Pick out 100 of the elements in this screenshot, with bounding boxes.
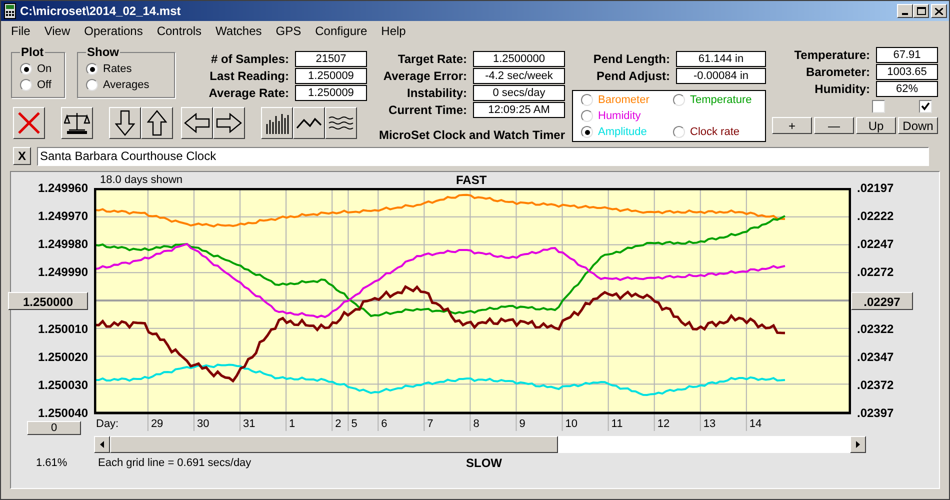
reference-amplitude-button[interactable]: .02297	[851, 292, 913, 310]
day-label: 6	[381, 418, 388, 430]
fast-label: FAST	[456, 172, 487, 189]
days-shown-label: 18.0 days shown	[100, 172, 183, 188]
radio-option[interactable]: Off	[20, 77, 60, 93]
menu-item[interactable]: Help	[381, 22, 406, 40]
zigzag-icon	[296, 116, 322, 130]
day-label: 8	[473, 418, 480, 430]
left-triangle-icon	[100, 441, 104, 448]
window-title: C:\microset\2014_02_14.mst	[20, 3, 181, 20]
readout-field[interactable]: -4.2 sec/week	[473, 68, 565, 84]
radio-option[interactable]: Humidity	[581, 108, 673, 124]
field-label: Instability:	[406, 85, 467, 101]
day-label: 30	[196, 418, 210, 430]
percent-label: 1.61%	[36, 456, 68, 471]
adjust-button[interactable]: +	[772, 117, 812, 134]
checkbox[interactable]	[872, 100, 885, 113]
right-triangle-icon	[856, 441, 860, 448]
menu-item[interactable]: Operations	[84, 22, 143, 40]
menu-item[interactable]: Controls	[156, 22, 202, 40]
field-label: Average Rate:	[208, 85, 289, 101]
axis-label: 1.249970	[38, 208, 88, 226]
scrollbar-thumb[interactable]	[110, 436, 558, 454]
move-up-button[interactable]	[141, 107, 173, 139]
minimize-button[interactable]	[897, 4, 913, 18]
radio-option[interactable]: Rates	[86, 61, 170, 77]
maximize-button[interactable]	[913, 4, 929, 18]
horizontal-scrollbar[interactable]	[94, 436, 866, 454]
readout-field[interactable]: 1003.65	[876, 64, 938, 80]
menu-item[interactable]: GPS	[276, 22, 302, 40]
readout-field[interactable]: 62%	[876, 81, 938, 97]
balance-scale-icon	[64, 111, 90, 135]
arrow-right-icon	[216, 113, 242, 133]
readout-field[interactable]: 67.91	[876, 47, 938, 63]
balance-button[interactable]	[61, 107, 93, 139]
scroll-left-button[interactable]	[181, 107, 213, 139]
day-label: 31	[243, 418, 256, 430]
axis-label: 1.249960	[38, 180, 88, 198]
readout-field[interactable]: -0.00084 in	[676, 68, 766, 84]
wave-view-button[interactable]	[325, 107, 357, 139]
axis-label: 1.249980	[38, 236, 88, 254]
clock-name-field[interactable]: Santa Barbara Courthouse Clock	[37, 146, 929, 166]
delete-button[interactable]	[13, 107, 45, 139]
axis-label: 1.249990	[38, 264, 88, 282]
readout-field[interactable]: 12:09:25 AM	[473, 102, 565, 118]
axis-label: .02197	[856, 180, 894, 198]
readout-field[interactable]: 21507	[295, 51, 367, 67]
axis-label: 1.250010	[38, 320, 88, 338]
grid-note: Each grid line = 0.691 secs/day	[98, 456, 252, 471]
field-label: Current Time:	[388, 102, 467, 118]
field-label: Temperature:	[793, 47, 870, 63]
group-title: Plot	[20, 44, 45, 61]
close-button[interactable]	[931, 4, 947, 18]
readout-field[interactable]: 1.2500000	[473, 51, 565, 67]
scroll-left-button[interactable]	[94, 436, 110, 454]
move-down-button[interactable]	[109, 107, 141, 139]
readout-field[interactable]: 1.250009	[295, 85, 367, 101]
axis-label: 1.250020	[38, 348, 88, 366]
readout-field[interactable]: 1.250009	[295, 68, 367, 84]
axis-label: .02397	[856, 405, 894, 422]
axis-caption: Day:	[96, 418, 119, 430]
day-label: 11	[611, 418, 623, 430]
checkbox[interactable]	[919, 100, 932, 113]
zero-button[interactable]: 0	[27, 421, 81, 436]
field-label: Humidity:	[814, 81, 870, 97]
adjust-button[interactable]: —	[814, 117, 854, 134]
day-label: 12	[657, 418, 670, 430]
day-label: 2	[335, 418, 342, 430]
cross-icon	[17, 111, 41, 135]
menu-item[interactable]: File	[11, 22, 30, 40]
scroll-right-button[interactable]	[850, 436, 866, 454]
radio-option[interactable]: Clock rate	[673, 124, 765, 140]
adjust-button[interactable]: Down	[898, 117, 938, 134]
axis-label: .02322	[856, 320, 894, 338]
field-label: Last Reading:	[208, 68, 289, 84]
field-label: Pend Adjust:	[595, 68, 670, 84]
scroll-right-button[interactable]	[213, 107, 245, 139]
menu-item[interactable]: View	[44, 22, 70, 40]
radio-option[interactable]: Averages	[86, 77, 170, 93]
day-label: 9	[519, 418, 526, 430]
menu-item[interactable]: Configure	[315, 22, 368, 40]
reference-rate-button[interactable]: 1.250000	[8, 292, 88, 310]
readout-field[interactable]: 61.144 in	[676, 51, 766, 67]
day-label: 29	[150, 418, 164, 430]
slow-label: SLOW	[466, 455, 502, 472]
axis-label: .02347	[856, 348, 894, 366]
axis-label: 1.250030	[38, 376, 88, 394]
readout-field[interactable]: 0 secs/day	[473, 85, 565, 101]
axis-label: 1.250040	[38, 405, 88, 422]
bars-view-button[interactable]	[261, 107, 293, 139]
day-label: 14	[749, 418, 762, 430]
arrow-down-icon	[115, 110, 135, 136]
wavy-lines-icon	[328, 116, 354, 130]
radio-option[interactable]: On	[20, 61, 60, 77]
menu-item[interactable]: Watches	[216, 22, 262, 40]
adjust-button[interactable]: Up	[856, 117, 896, 134]
clear-button[interactable]: X	[13, 147, 31, 165]
day-label: 1	[289, 418, 296, 430]
line-view-button[interactable]	[293, 107, 325, 139]
axis-label: .02222	[856, 208, 894, 226]
